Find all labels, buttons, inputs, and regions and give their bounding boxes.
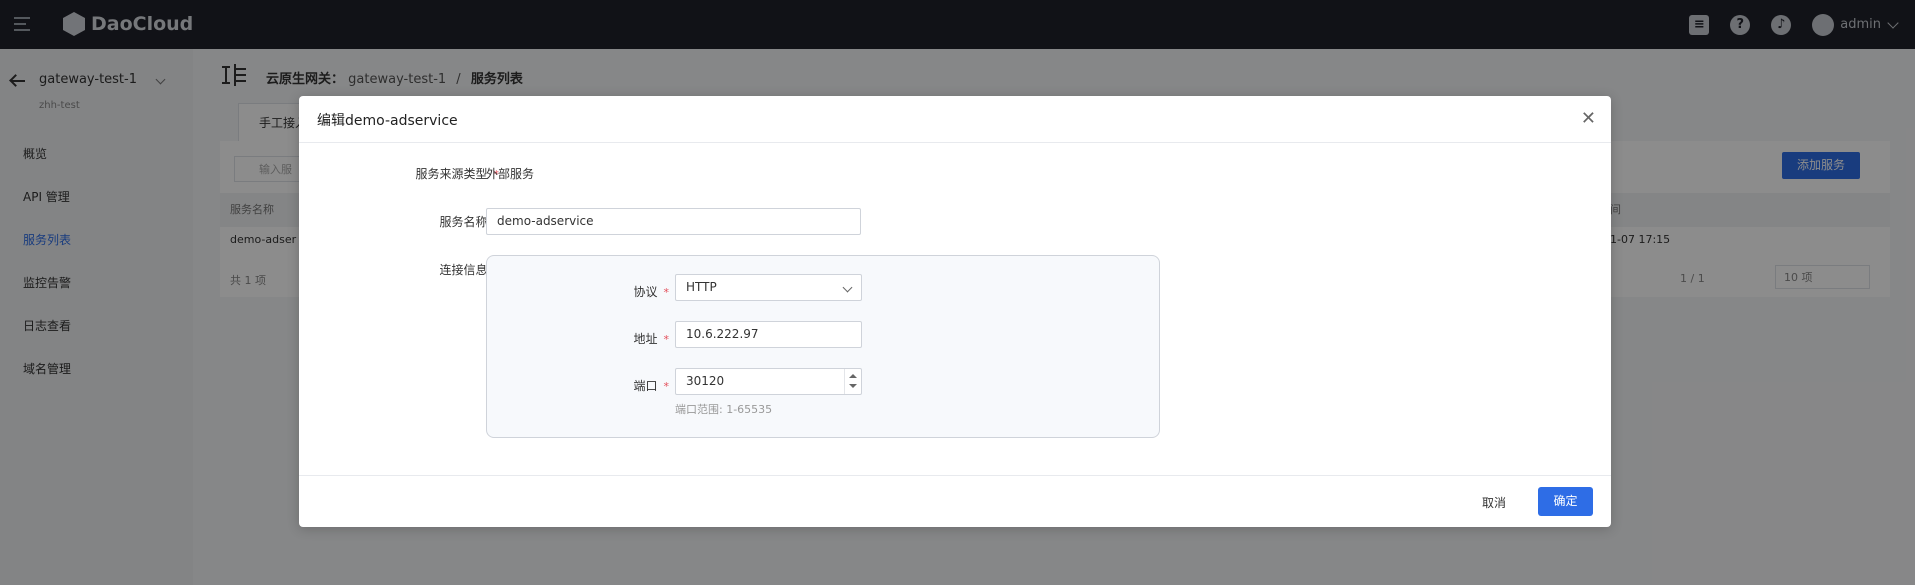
connection-info-label: 连接信息* [349, 261, 499, 278]
port-input[interactable]: 30120 [675, 368, 862, 395]
port-label-text: 端口 [633, 379, 658, 393]
port-label: 端口 * [569, 377, 669, 394]
port-range-hint: 端口范围: 1-65535 [675, 403, 773, 416]
divider [299, 475, 1611, 476]
connection-info-label-text: 连接信息 [439, 263, 488, 277]
service-name-label: 服务名称* [349, 213, 499, 230]
protocol-label-text: 协议 [633, 285, 658, 299]
port-stepper[interactable] [844, 369, 861, 394]
service-name-label-text: 服务名称 [439, 215, 488, 229]
address-label-text: 地址 [633, 332, 658, 346]
source-type-label: 服务来源类型 * [349, 165, 499, 182]
protocol-select[interactable]: HTTP [675, 274, 862, 301]
port-value: 30120 [686, 374, 725, 388]
source-type-value: 外部服务 [486, 167, 535, 181]
address-label: 地址 * [569, 330, 669, 347]
source-type-label-text: 服务来源类型 [415, 167, 488, 181]
confirm-button[interactable]: 确定 [1538, 487, 1593, 516]
service-name-input[interactable]: demo-adservice [486, 208, 861, 235]
protocol-label: 协议 * [569, 283, 669, 300]
connection-info-box: 协议 * HTTP 地址 * 10.6.222.97 端口 * 30120 端口范围:… [486, 255, 1160, 438]
edit-service-dialog: 编辑demo-adservice ✕ 服务来源类型* 外部服务 服务名称* de… [299, 96, 1611, 527]
protocol-value: HTTP [686, 280, 717, 294]
chevron-down-icon [842, 282, 853, 293]
divider [299, 142, 1611, 143]
required-mark: * [663, 380, 670, 393]
address-input[interactable]: 10.6.222.97 [675, 321, 862, 348]
close-icon[interactable]: ✕ [1581, 108, 1596, 129]
dialog-title: 编辑demo-adservice [317, 113, 458, 129]
cancel-button[interactable]: 取消 [1482, 494, 1506, 511]
required-mark: * [663, 333, 670, 346]
stepper-down-icon[interactable] [849, 384, 857, 388]
stepper-up-icon[interactable] [849, 374, 857, 378]
required-mark: * [663, 286, 670, 299]
